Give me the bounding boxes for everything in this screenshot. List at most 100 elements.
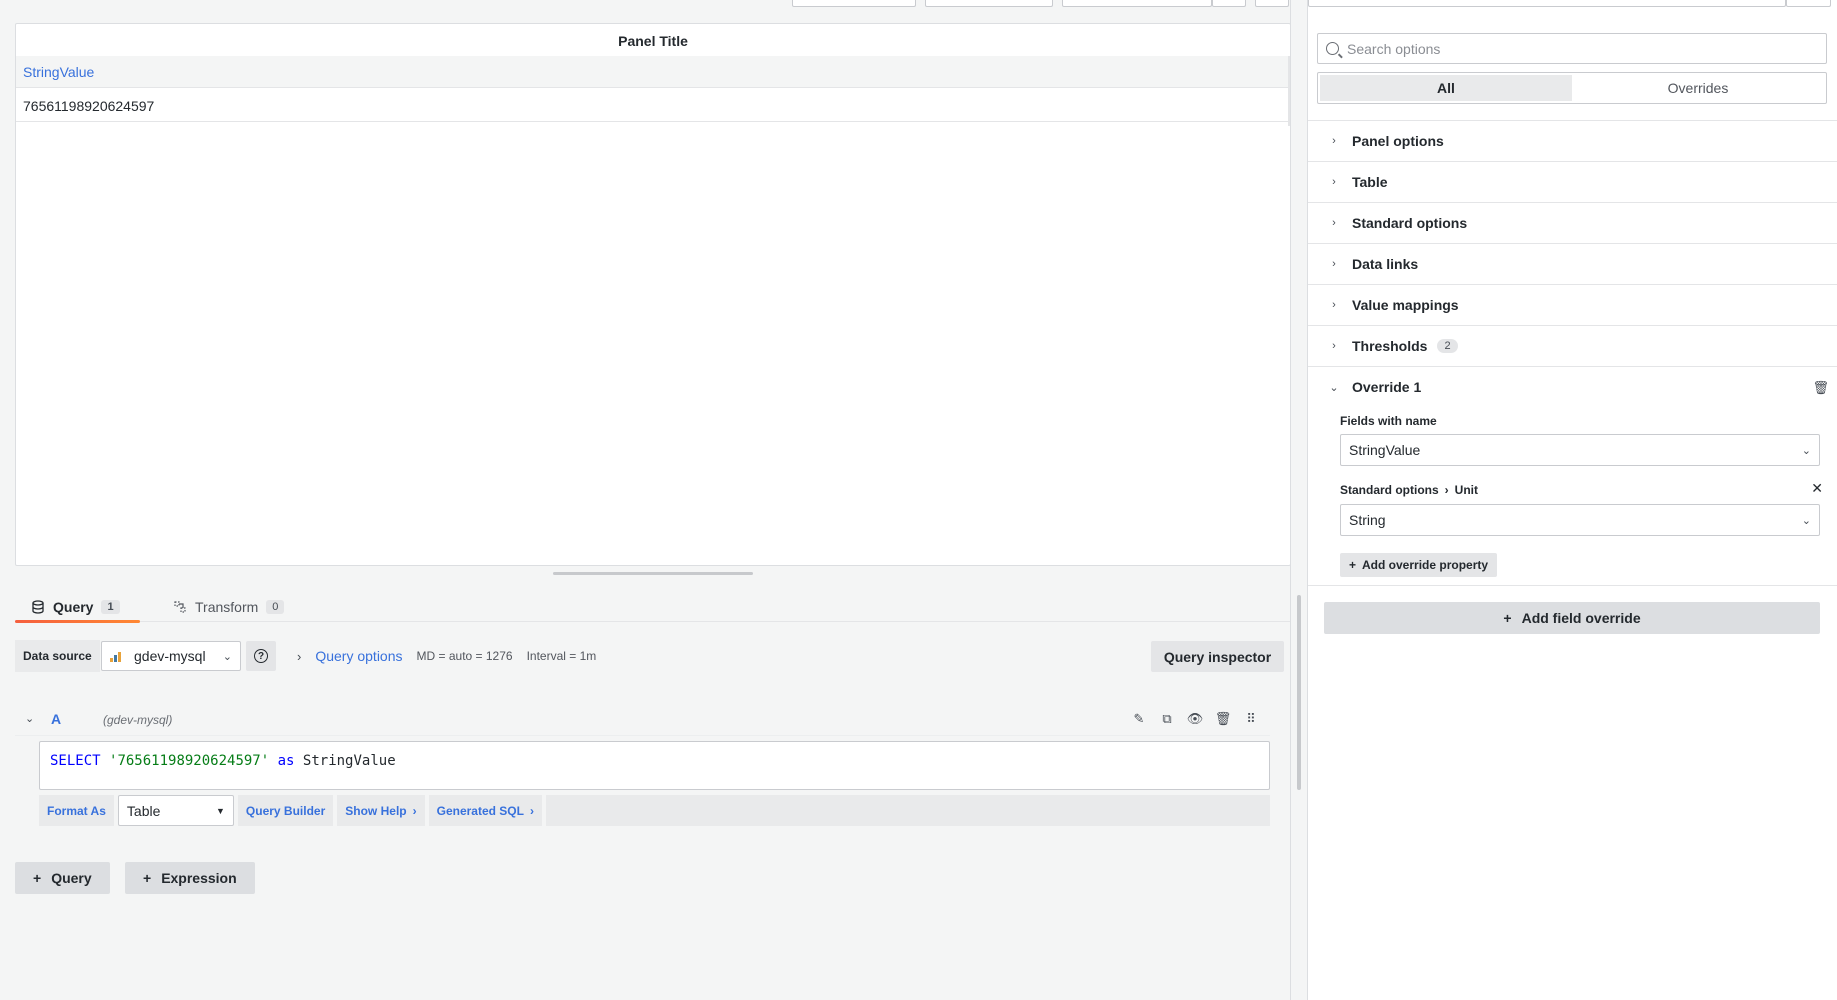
datasource-value: gdev-mysql: [134, 648, 206, 664]
format-as-value: Table: [126, 802, 161, 819]
chevron-right-icon: ›: [1444, 483, 1449, 497]
question-icon: ?: [254, 649, 268, 663]
query-inspector-button[interactable]: Query inspector: [1151, 641, 1284, 672]
show-help-button[interactable]: Show Help ›: [337, 795, 425, 826]
query-options-interval: Interval = 1m: [526, 649, 597, 663]
toolbar-button-stub[interactable]: [1062, 0, 1212, 7]
section-label: Value mappings: [1352, 297, 1459, 313]
eye-icon[interactable]: 👁: [1186, 710, 1204, 728]
panel-title[interactable]: Panel Title: [16, 33, 1290, 49]
section-override-1[interactable]: ⌄ Override 1 🗑: [1308, 366, 1837, 407]
section-standard-options[interactable]: › Standard options: [1308, 202, 1837, 243]
query-row-header: ⌄ A (gdev-mysql) ✎ ⧉ 👁 🗑 ⠿: [15, 704, 1270, 736]
chevron-right-icon: ›: [1332, 340, 1336, 352]
query-row-actions: ✎ ⧉ 👁 🗑 ⠿: [1130, 710, 1260, 728]
datasource-label: Data source: [15, 640, 100, 672]
query-toolbar: Format As Table ▼ Query Builder Show Hel…: [39, 795, 1270, 826]
chevron-right-icon: ›: [1332, 258, 1336, 270]
query-builder-button[interactable]: Query Builder: [237, 795, 334, 826]
duplicate-icon[interactable]: ⧉: [1158, 710, 1176, 728]
section-thresholds[interactable]: › Thresholds 2: [1308, 325, 1837, 366]
tab-transform[interactable]: Transform 0: [157, 592, 300, 622]
editor-tabs: Query 1 Transform 0: [15, 592, 1291, 623]
segment-all[interactable]: All: [1320, 75, 1572, 101]
sql-identifier: StringValue: [302, 753, 396, 769]
toolbar-button-stub[interactable]: [1786, 0, 1831, 7]
section-label: Panel options: [1352, 133, 1444, 149]
add-expression-button[interactable]: + Expression: [125, 862, 255, 894]
plus-icon: +: [143, 870, 152, 886]
tab-query[interactable]: Query 1: [15, 592, 140, 623]
mysql-logo-icon: [110, 650, 126, 662]
plus-icon: +: [1503, 610, 1512, 626]
pane-divider[interactable]: [1290, 0, 1291, 1000]
transform-icon: [174, 601, 186, 613]
query-options-label: Query options: [315, 648, 403, 664]
panel-preview: Panel Title StringValue 7656119892062459…: [15, 23, 1291, 566]
add-override-property-button[interactable]: + Add override property: [1340, 553, 1498, 577]
toolbar-button-stub[interactable]: [792, 0, 916, 7]
section-table[interactable]: › Table: [1308, 161, 1837, 202]
property-path: Standard options: [1340, 483, 1439, 497]
datasource-help-button[interactable]: ?: [246, 641, 276, 671]
override-property-label: Standard options › Unit: [1340, 483, 1478, 497]
toolbar-button-stub[interactable]: [1308, 0, 1786, 7]
trash-icon[interactable]: 🗑: [1812, 380, 1829, 396]
format-as-label: Format As: [39, 795, 114, 826]
caret-down-icon: ▼: [215, 805, 225, 816]
edit-icon[interactable]: ✎: [1130, 710, 1148, 728]
chevron-right-icon: ›: [1332, 176, 1336, 188]
sql-string: '76561198920624597': [109, 753, 270, 769]
tab-transform-label: Transform: [195, 599, 259, 615]
query-header-row: Data source gdev-mysql ⌄ ? › Query optio…: [15, 640, 1284, 672]
query-options-toggle[interactable]: › Query options: [297, 648, 403, 664]
add-query-button[interactable]: + Query: [15, 862, 110, 894]
chevron-right-icon: ›: [297, 648, 302, 664]
section-label: Override 1: [1352, 379, 1422, 395]
pane-resize-handle[interactable]: [553, 572, 753, 575]
table-header-cell[interactable]: StringValue: [23, 64, 94, 80]
tab-query-count: 1: [101, 600, 120, 614]
chevron-down-icon: ⌄: [222, 650, 232, 663]
search-icon: [1326, 42, 1339, 55]
matcher-label: Fields with name: [1340, 414, 1437, 428]
table-header: StringValue: [16, 56, 1290, 88]
section-label: Data links: [1352, 256, 1419, 272]
chevron-right-icon: ›: [529, 803, 534, 818]
table-cell: 76561198920624597: [23, 98, 155, 114]
query-ref-id[interactable]: A: [51, 711, 61, 727]
table-row: 76561198920624597: [16, 88, 1290, 122]
datasource-picker[interactable]: gdev-mysql ⌄: [101, 641, 241, 671]
editor-scrollbar[interactable]: [1297, 595, 1301, 790]
matcher-value: StringValue: [1349, 442, 1421, 458]
toolbar-button-stub[interactable]: [925, 0, 1053, 7]
segment-overrides[interactable]: Overrides: [1572, 75, 1824, 101]
unit-value: String: [1349, 512, 1386, 528]
generated-sql-label: Generated SQL: [436, 803, 524, 818]
add-expression-label: Expression: [161, 870, 237, 886]
chevron-right-icon: ›: [412, 803, 417, 818]
plus-icon: +: [33, 870, 42, 886]
drag-handle-icon[interactable]: ⠿: [1242, 710, 1260, 728]
format-as-select[interactable]: Table ▼: [117, 795, 234, 826]
section-value-mappings[interactable]: › Value mappings: [1308, 284, 1837, 325]
section-label: Standard options: [1352, 215, 1468, 231]
section-panel-options[interactable]: › Panel options: [1308, 120, 1837, 161]
sql-editor[interactable]: SELECT '76561198920624597' as StringValu…: [39, 741, 1270, 790]
trash-icon[interactable]: 🗑: [1214, 710, 1232, 728]
toolbar-button-stub[interactable]: [1212, 0, 1246, 7]
collapse-query-icon[interactable]: ⌄: [25, 712, 34, 725]
unit-select[interactable]: String ⌄: [1340, 504, 1820, 536]
query-options: › Query options MD = auto = 1276 Interva…: [297, 640, 596, 672]
chevron-right-icon: ›: [1332, 299, 1336, 311]
search-options-input[interactable]: Search options: [1317, 33, 1827, 64]
plus-icon: +: [1349, 558, 1357, 572]
chevron-right-icon: ›: [1332, 217, 1336, 229]
toolbar-button-stub[interactable]: [1255, 0, 1289, 7]
section-data-links[interactable]: › Data links: [1308, 243, 1837, 284]
add-field-override-button[interactable]: + Add field override: [1324, 602, 1820, 634]
close-icon[interactable]: ✕: [1811, 480, 1823, 497]
generated-sql-button[interactable]: Generated SQL ›: [428, 795, 542, 826]
add-override-property-label: Add override property: [1362, 558, 1489, 572]
matcher-select[interactable]: StringValue ⌄: [1340, 434, 1820, 466]
